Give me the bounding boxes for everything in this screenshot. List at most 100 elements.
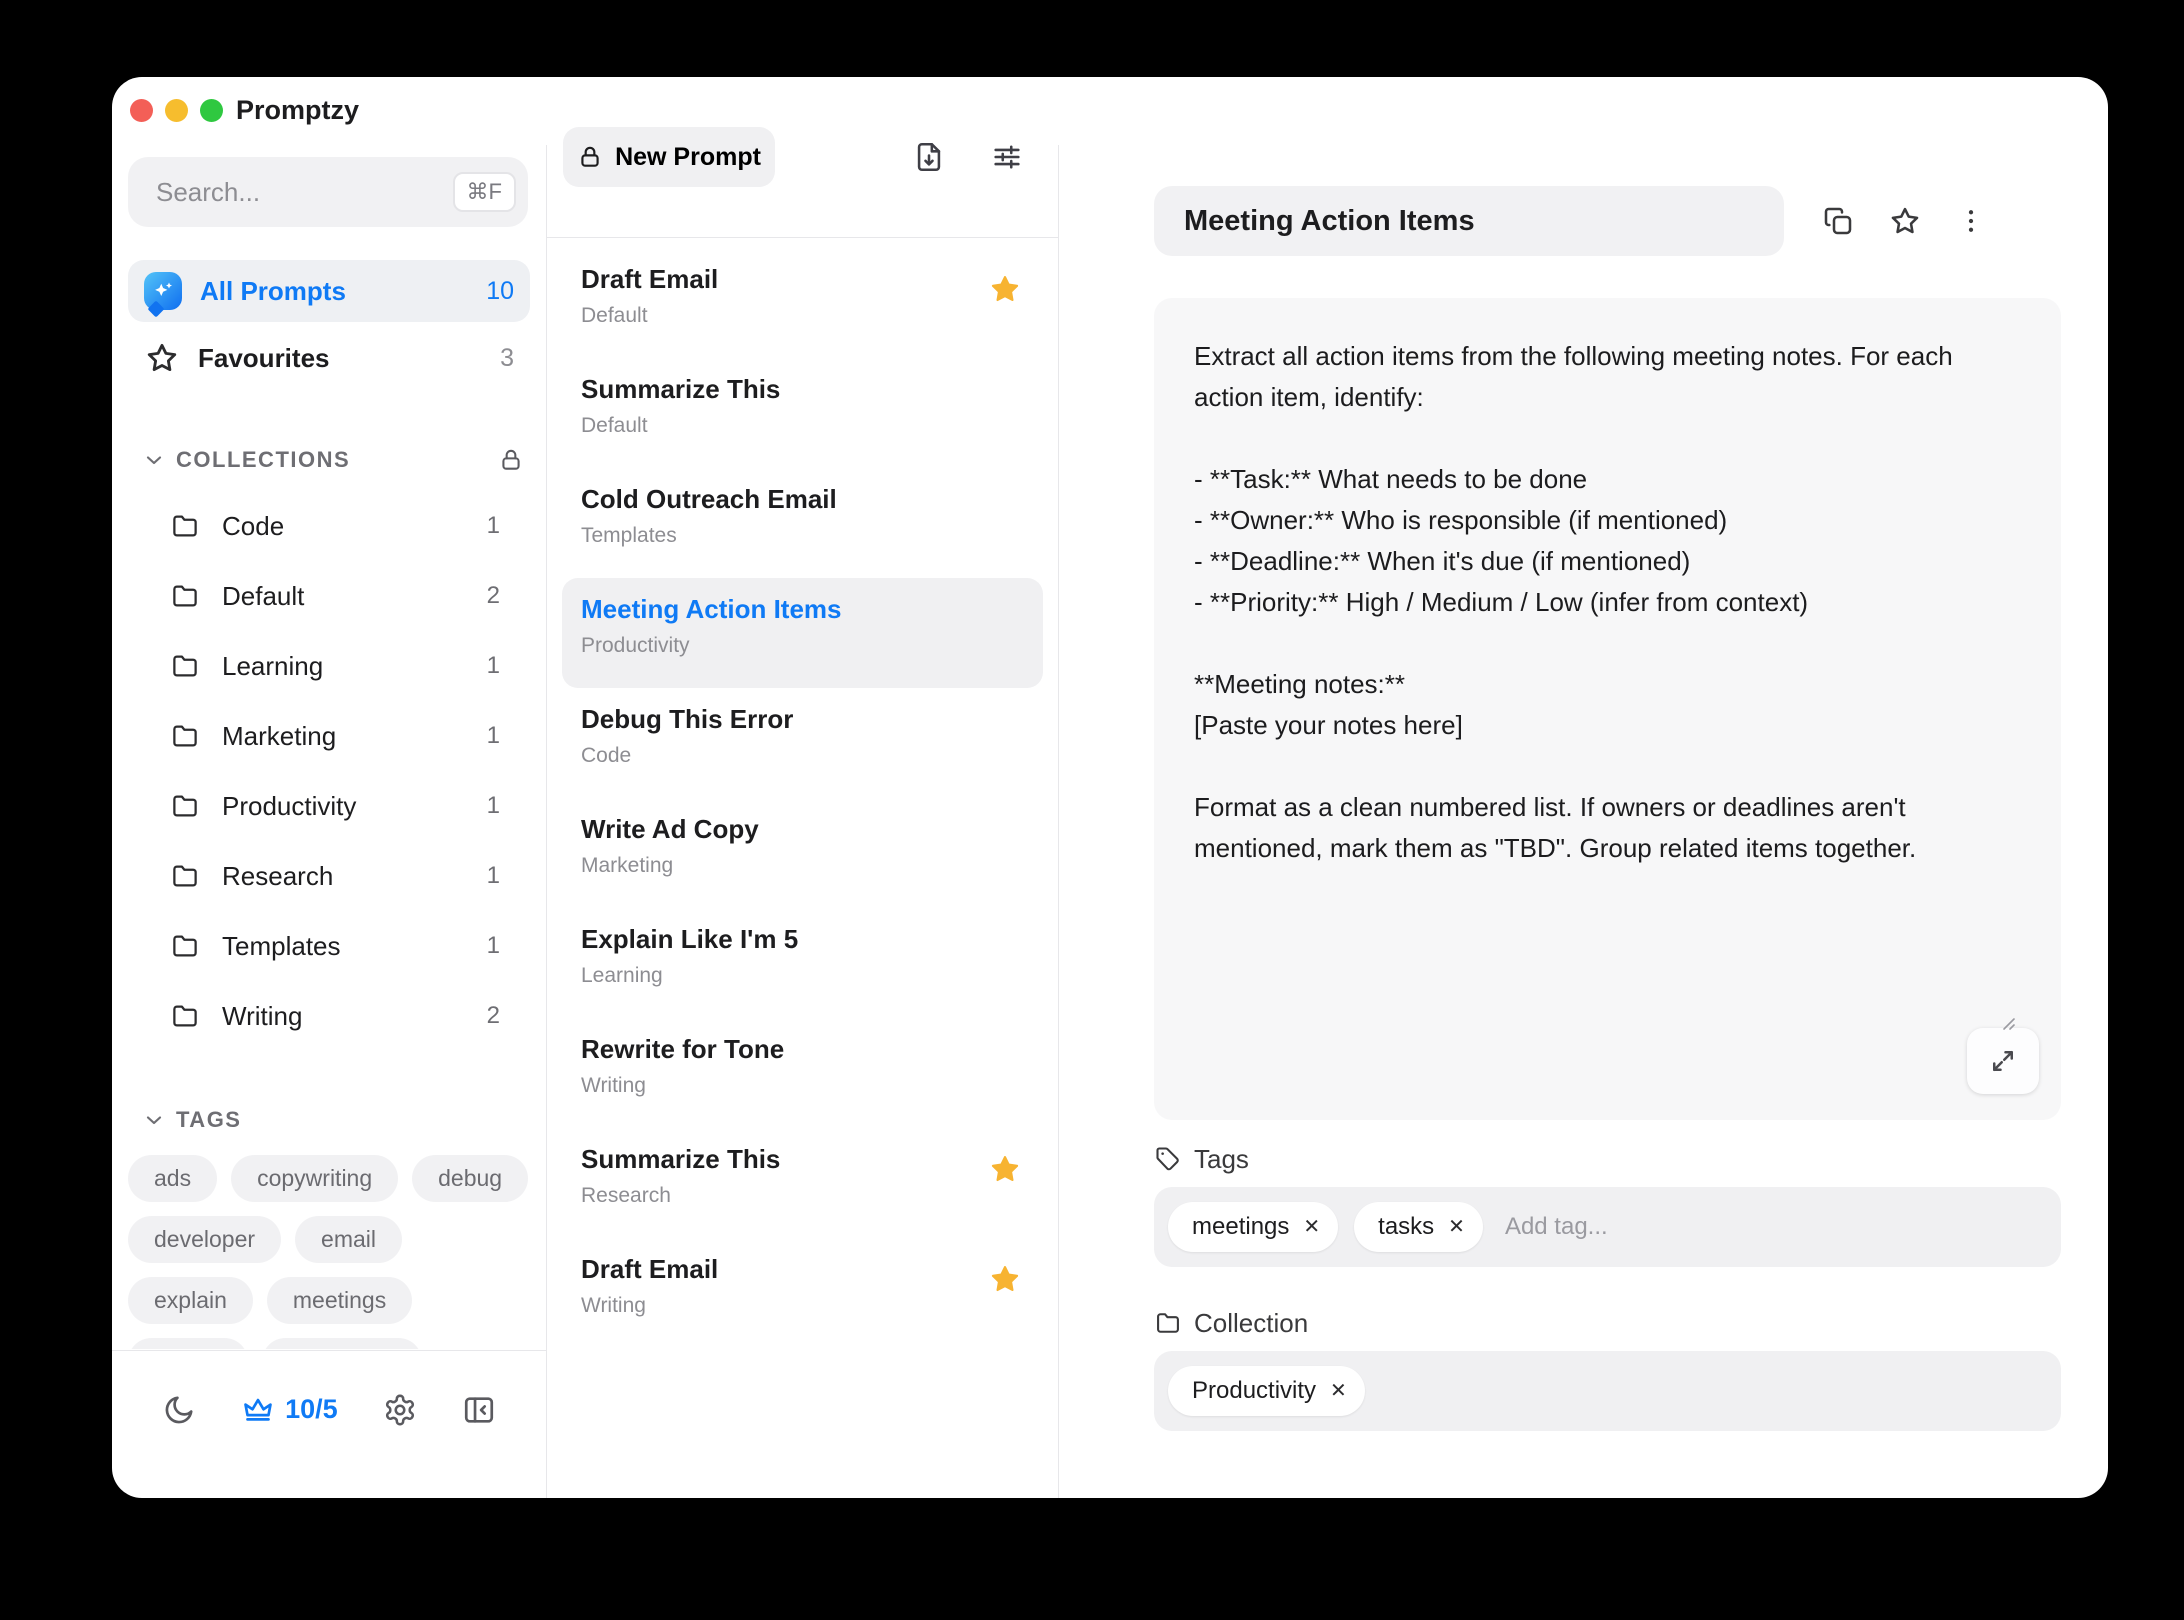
prompt-content-textarea[interactable]: Extract all action items from the follow…: [1154, 298, 2061, 1120]
tag-filter-list: ads copywriting debug developer email explain…: [128, 1155, 530, 1349]
prompt-list-item[interactable]: Cold Outreach Email Templates: [547, 468, 1058, 578]
filter-sliders-icon[interactable]: [990, 140, 1024, 174]
prompt-title-input[interactable]: Meeting Action Items: [1154, 186, 1784, 256]
detail-actions: [1822, 186, 1986, 256]
tags-header-label: TAGS: [176, 1107, 241, 1133]
collection-item-count: 2: [487, 1002, 500, 1030]
tag-filter-pill[interactable]: [128, 1338, 248, 1349]
collapse-sidebar-icon[interactable]: [462, 1393, 496, 1427]
search-input[interactable]: Search... ⌘F: [128, 157, 528, 227]
collection-item-label: Writing: [222, 1001, 465, 1032]
prompt-list-item[interactable]: Debug This Error Code: [547, 688, 1058, 798]
collection-pill[interactable]: Productivity ✕: [1168, 1366, 1365, 1416]
folder-icon: [1154, 1309, 1182, 1337]
favourite-star-icon[interactable]: [988, 272, 1022, 306]
folder-icon: [170, 861, 200, 891]
folder-icon: [170, 511, 200, 541]
prompt-list-item[interactable]: Summarize This Research: [547, 1128, 1058, 1238]
prompt-list: Draft Email Default Summarize This Defau…: [547, 237, 1058, 1498]
tag-filter-pill[interactable]: copywriting: [231, 1155, 398, 1202]
tags-field-label: Tags: [1154, 1143, 1554, 1175]
tag-filter-pill[interactable]: ads: [128, 1155, 217, 1202]
folder-icon: [170, 791, 200, 821]
resize-handle[interactable]: [1998, 931, 2056, 1113]
tag-filter-pill[interactable]: explain: [128, 1277, 253, 1324]
tags-field-label-text: Tags: [1194, 1144, 1249, 1175]
tag-filter-pill[interactable]: developer: [128, 1216, 281, 1263]
prompt-item-collection: Learning: [581, 964, 998, 988]
tags-editor[interactable]: meetings ✕ tasks ✕ Add tag...: [1154, 1187, 2061, 1267]
tag-pill[interactable]: tasks ✕: [1354, 1202, 1483, 1252]
prompt-list-item[interactable]: Summarize This Default: [547, 358, 1058, 468]
add-tag-input[interactable]: Add tag...: [1505, 1213, 1608, 1241]
tag-filter-pill[interactable]: debug: [412, 1155, 528, 1202]
tag-filter-pill[interactable]: email: [295, 1216, 402, 1263]
sidebar-collection-item[interactable]: Templates 1: [128, 911, 530, 981]
collections-section-header[interactable]: COLLECTIONS: [142, 445, 524, 475]
moon-icon[interactable]: [162, 1393, 196, 1427]
prompt-list-item[interactable]: Draft Email Writing: [547, 1238, 1058, 1348]
sidebar-collection-item[interactable]: Learning 1: [128, 631, 530, 701]
prompt-item-collection: Research: [581, 1184, 998, 1208]
sidebar-item-favourites[interactable]: Favourites 3: [128, 327, 530, 389]
gear-icon[interactable]: [383, 1393, 417, 1427]
plan-usage-label: 10/5: [285, 1394, 338, 1425]
prompt-item-title: Debug This Error: [581, 704, 998, 735]
prompt-item-title: Draft Email: [581, 1254, 998, 1285]
collections-header-label: COLLECTIONS: [176, 447, 350, 473]
tag-pill[interactable]: meetings ✕: [1168, 1202, 1338, 1252]
plan-usage[interactable]: 10/5: [241, 1393, 338, 1427]
sidebar-collection-item[interactable]: Productivity 1: [128, 771, 530, 841]
chevron-down-icon: [142, 448, 166, 472]
new-prompt-button[interactable]: New Prompt: [563, 127, 775, 187]
prompt-list-item[interactable]: Explain Like I'm 5 Learning: [547, 908, 1058, 1018]
prompts-bubble-icon: [144, 272, 182, 310]
chevron-down-icon: [142, 1108, 166, 1132]
prompt-item-title: Draft Email: [581, 264, 998, 295]
import-file-icon[interactable]: [912, 140, 946, 174]
collection-item-count: 1: [487, 932, 500, 960]
tag-filter-pill[interactable]: [262, 1338, 422, 1349]
prompt-item-title: Explain Like I'm 5: [581, 924, 998, 955]
sidebar-collection-item[interactable]: Marketing 1: [128, 701, 530, 771]
prompt-item-title: Summarize This: [581, 374, 998, 405]
prompt-item-collection: Productivity: [581, 634, 998, 658]
favourite-star-icon[interactable]: [988, 1152, 1022, 1186]
sidebar-collection-item[interactable]: Writing 2: [128, 981, 530, 1051]
collection-pill-label: Productivity: [1192, 1377, 1316, 1405]
copy-icon[interactable]: [1822, 205, 1854, 237]
sidebar-collection-item[interactable]: Code 1: [128, 491, 530, 561]
favourite-star-icon[interactable]: [988, 1262, 1022, 1296]
sidebar-item-count: 3: [500, 344, 514, 373]
sidebar-item-all-prompts[interactable]: All Prompts 10: [128, 260, 530, 322]
prompt-list-item[interactable]: Meeting Action Items Productivity: [562, 578, 1043, 688]
collections-list: Code 1 Default 2 Learning 1 Marketing 1 …: [128, 491, 530, 1051]
remove-collection-icon[interactable]: ✕: [1330, 1381, 1347, 1401]
collection-item-label: Code: [222, 511, 465, 542]
more-icon[interactable]: [1956, 206, 1986, 236]
sidebar-collection-item[interactable]: Research 1: [128, 841, 530, 911]
prompt-item-title: Rewrite for Tone: [581, 1034, 998, 1065]
remove-tag-icon[interactable]: ✕: [1303, 1217, 1320, 1237]
prompt-list-item[interactable]: Write Ad Copy Marketing: [547, 798, 1058, 908]
tag-pill-group: meetings ✕ tasks ✕: [1168, 1202, 1483, 1252]
prompt-list-item[interactable]: Draft Email Default: [547, 248, 1058, 358]
sidebar: Search... ⌘F All Prompts 10 Favourites 3: [112, 77, 546, 1498]
sidebar-item-label: All Prompts: [200, 276, 468, 307]
sidebar-collection-item[interactable]: Default 2: [128, 561, 530, 631]
folder-icon: [170, 931, 200, 961]
sidebar-item-label: Favourites: [198, 343, 482, 374]
remove-tag-icon[interactable]: ✕: [1448, 1217, 1465, 1237]
tag-pill-label: tasks: [1378, 1213, 1434, 1241]
prompt-item-collection: Writing: [581, 1294, 998, 1318]
prompt-item-collection: Writing: [581, 1074, 998, 1098]
collection-item-label: Templates: [222, 931, 465, 962]
star-icon[interactable]: [1888, 204, 1922, 238]
collection-item-label: Research: [222, 861, 465, 892]
prompt-list-item[interactable]: Rewrite for Tone Writing: [547, 1018, 1058, 1128]
tags-section-header[interactable]: TAGS: [142, 1105, 524, 1135]
tag-filter-pill[interactable]: meetings: [267, 1277, 412, 1324]
collection-item-label: Learning: [222, 651, 465, 682]
folder-icon: [170, 651, 200, 681]
collection-editor[interactable]: Productivity ✕: [1154, 1351, 2061, 1431]
